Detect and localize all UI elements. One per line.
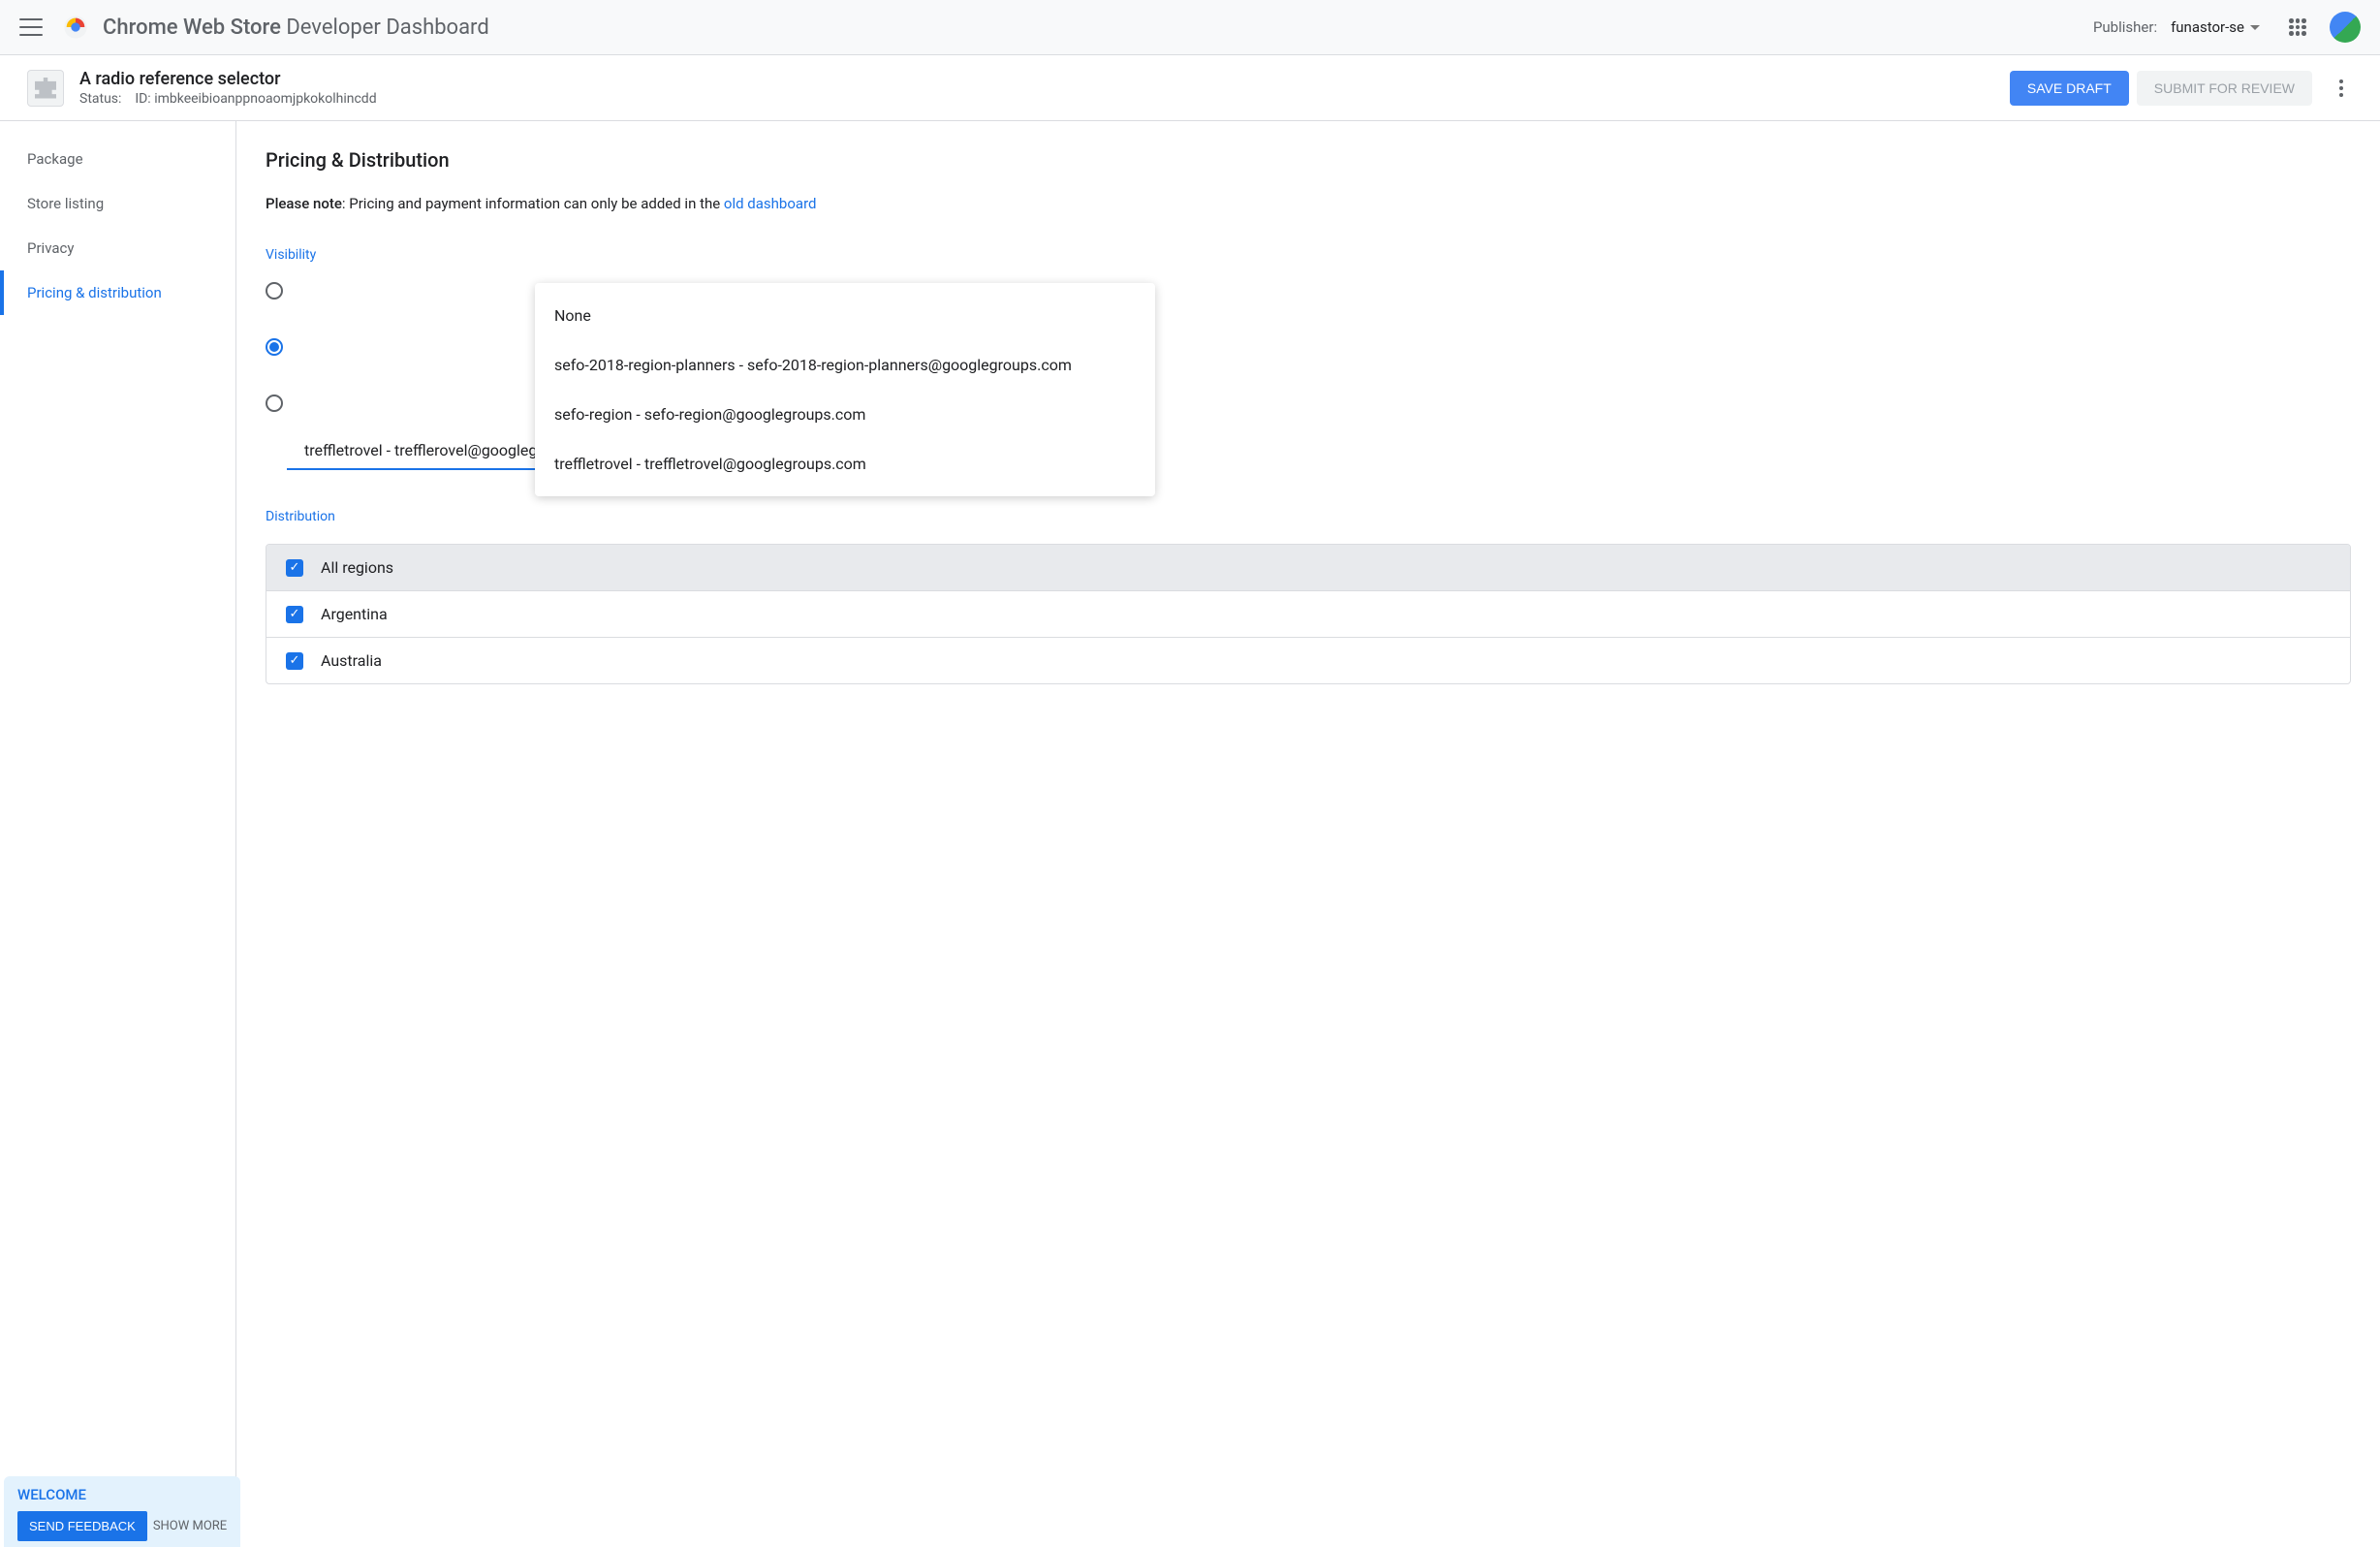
visibility-radio-2[interactable]	[266, 338, 283, 356]
visibility-radio-3[interactable]	[266, 395, 283, 412]
extension-subheader: A radio reference selector Status: ID: i…	[0, 55, 2380, 121]
more-options-icon[interactable]	[2330, 77, 2353, 100]
puzzle-piece-icon	[35, 78, 56, 99]
region-checkbox-australia[interactable]: ✓	[286, 652, 303, 670]
distribution-table: ✓ All regions ✓ Argentina ✓ Australia	[266, 544, 2351, 684]
region-label: Australia	[321, 651, 382, 670]
show-more-link[interactable]: SHOW MORE	[153, 1519, 227, 1533]
avatar[interactable]	[2330, 12, 2361, 43]
region-label: Argentina	[321, 605, 388, 623]
sidebar-item-package[interactable]: Package	[0, 137, 235, 181]
chrome-logo-icon	[62, 14, 89, 41]
sidebar-item-pricing[interactable]: Pricing & distribution	[0, 270, 235, 315]
apps-grid-icon[interactable]	[2289, 18, 2306, 36]
feedback-title: WELCOME	[17, 1486, 227, 1503]
dropdown-arrow-icon	[2250, 25, 2260, 30]
region-checkbox-all[interactable]: ✓	[286, 559, 303, 577]
main-content: Pricing & Distribution Please note: Pric…	[236, 121, 2380, 1536]
old-dashboard-link[interactable]: old dashboard	[724, 195, 817, 212]
dropdown-menu: None sefo-2018-region-planners - sefo-20…	[535, 283, 1155, 496]
dropdown-option-1[interactable]: sefo-2018-region-planners - sefo-2018-re…	[535, 340, 1155, 390]
save-draft-button[interactable]: SAVE DRAFT	[2010, 71, 2129, 106]
distribution-section-label: Distribution	[266, 509, 2351, 524]
sidebar-item-store-listing[interactable]: Store listing	[0, 181, 235, 226]
header: Chrome Web Store Developer Dashboard Pub…	[0, 0, 2380, 55]
extension-icon	[27, 70, 64, 107]
send-feedback-button[interactable]: SEND FEEDBACK	[17, 1511, 147, 1541]
publisher-value: funastor-se	[2171, 18, 2244, 36]
dropdown-option-none[interactable]: None	[535, 291, 1155, 340]
hamburger-menu-icon[interactable]	[19, 18, 43, 36]
dropdown-option-2[interactable]: sefo-region - sefo-region@googlegroups.c…	[535, 390, 1155, 439]
region-label: All regions	[321, 558, 393, 577]
region-checkbox-argentina[interactable]: ✓	[286, 606, 303, 623]
visibility-section-label: Visibility	[266, 247, 2351, 263]
extension-name: A radio reference selector	[79, 69, 2002, 89]
region-row-argentina: ✓ Argentina	[266, 591, 2350, 638]
sidebar-item-privacy[interactable]: Privacy	[0, 226, 235, 270]
publisher-label: Publisher:	[2093, 18, 2157, 36]
region-row-australia: ✓ Australia	[266, 638, 2350, 683]
sidebar: Package Store listing Privacy Pricing & …	[0, 121, 236, 1536]
dropdown-option-3[interactable]: treffletrovel - treffletrovel@googlegrou…	[535, 439, 1155, 489]
extension-meta: Status: ID: imbkeeibioanppnoaomjpkokolhi…	[79, 91, 2002, 107]
feedback-widget: WELCOME SEND FEEDBACK SHOW MORE	[4, 1476, 240, 1547]
submit-review-button[interactable]: SUBMIT FOR REVIEW	[2137, 71, 2312, 106]
page-title: Pricing & Distribution	[266, 148, 2351, 172]
header-title: Chrome Web Store Developer Dashboard	[103, 16, 2093, 40]
visibility-radio-1[interactable]	[266, 282, 283, 300]
publisher-dropdown[interactable]: funastor-se	[2171, 18, 2260, 36]
region-row-all: ✓ All regions	[266, 545, 2350, 591]
pricing-note: Please note: Pricing and payment informa…	[266, 195, 2351, 212]
